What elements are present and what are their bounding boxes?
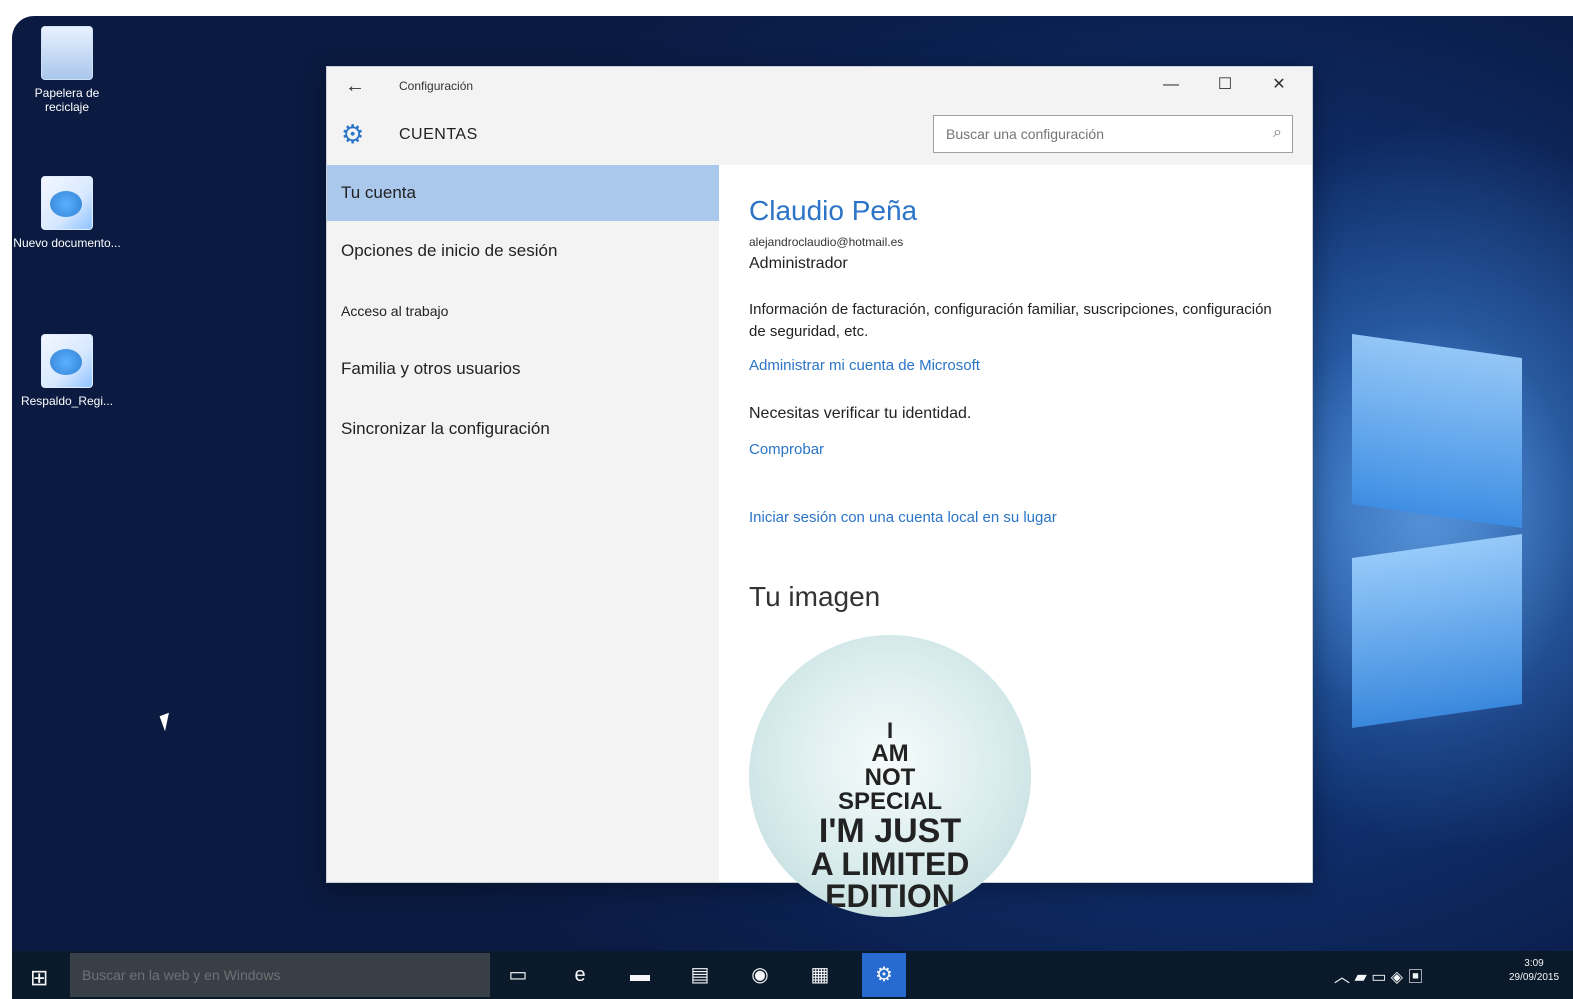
clock-time: 3:09 xyxy=(1524,958,1544,969)
file-explorer-icon[interactable]: ▬ xyxy=(624,961,656,989)
desktop-icon-label: Respaldo_Regi... xyxy=(20,394,114,408)
settings-header: ⚙ CUENTAS ⌕ xyxy=(327,105,1312,165)
sidebar: Tu cuenta Opciones de inicio de sesión A… xyxy=(327,165,719,882)
minimize-button[interactable]: — xyxy=(1155,73,1187,97)
account-content: Claudio Peña alejandroclaudio@hotmail.es… xyxy=(719,165,1312,917)
start-button-windows-icon[interactable]: ⊞ xyxy=(30,965,54,990)
local-account-link[interactable]: Iniciar sesión con una cuenta local en s… xyxy=(749,509,1057,526)
taskbar-search-input[interactable] xyxy=(70,953,474,997)
clock[interactable]: 3:09 29/09/2015 xyxy=(1494,957,1573,985)
logo-pane-top xyxy=(1352,334,1522,528)
sidebar-item-label: Acceso al trabajo xyxy=(341,303,449,319)
sidebar-item-acceso-trabajo[interactable]: Acceso al trabajo xyxy=(327,283,719,339)
section-title: CUENTAS xyxy=(399,126,478,143)
sidebar-item-label: Sincronizar la configuración xyxy=(341,419,550,438)
manage-microsoft-account-link[interactable]: Administrar mi cuenta de Microsoft xyxy=(749,357,980,374)
avatar-text-line: A LIMITED xyxy=(810,846,970,882)
account-email: alejandroclaudio@hotmail.es xyxy=(749,235,904,249)
gear-icon: ⚙ xyxy=(341,119,365,149)
desktop: Papelera de reciclaje Nuevo documento...… xyxy=(12,16,1573,999)
document-icon xyxy=(41,176,93,230)
avatar-text-line: NOT xyxy=(864,764,916,791)
sidebar-item-label: Familia y otros usuarios xyxy=(341,359,521,378)
sidebar-item-sincronizar[interactable]: Sincronizar la configuración xyxy=(327,401,719,457)
verify-link[interactable]: Comprobar xyxy=(749,441,824,458)
account-role: Administrador xyxy=(749,255,848,272)
desktop-icon-label: Papelera de reciclaje xyxy=(34,86,100,114)
window-title: Configuración xyxy=(399,79,474,93)
media-icon[interactable]: ◉ xyxy=(744,961,776,989)
maximize-button[interactable]: ☐ xyxy=(1209,73,1241,97)
sidebar-item-tu-cuenta[interactable]: Tu cuenta xyxy=(327,165,719,221)
system-tray-icons[interactable]: ︿ ▰ ▭ ◈ ▣ xyxy=(1334,963,1494,987)
account-info-text: Información de facturación, configuració… xyxy=(749,301,1272,340)
desktop-icon-recycle-bin[interactable]: Papelera de reciclaje xyxy=(12,26,122,114)
edge-browser-icon[interactable]: e xyxy=(564,961,596,989)
windows-logo-wallpaper xyxy=(1262,296,1573,756)
search-icon: ⌕ xyxy=(1273,124,1282,141)
taskbar: ⊞ ▭ e ▬ ▤ ◉ ▦ ⚙ ︿ ▰ ▭ ◈ ▣ 3:09 29/09/201… xyxy=(12,951,1573,999)
account-name: Claudio Peña xyxy=(749,195,918,226)
avatar-text-line: SPECIAL xyxy=(837,788,942,815)
settings-search-input[interactable] xyxy=(934,116,1258,152)
mouse-cursor-icon xyxy=(159,712,175,732)
settings-taskbar-icon[interactable]: ⚙ xyxy=(862,953,906,997)
recycle-bin-icon xyxy=(41,26,93,80)
your-picture-heading: Tu imagen xyxy=(749,581,881,612)
settings-window: ← Configuración — ☐ ✕ ⚙ CUENTAS ⌕ Tu cue… xyxy=(326,66,1313,917)
logo-pane-bottom xyxy=(1352,534,1522,728)
avatar-text-line: I'M JUST xyxy=(818,812,962,850)
task-view-icon[interactable]: ▭ xyxy=(502,961,534,989)
avatar-text-line: EDITION xyxy=(825,878,955,914)
title-bar: ← Configuración — ☐ ✕ xyxy=(327,67,1312,105)
sidebar-item-label: Tu cuenta xyxy=(341,183,416,202)
sidebar-item-familia-usuarios[interactable]: Familia y otros usuarios xyxy=(327,341,719,397)
avatar: I AM NOT SPECIAL I'M JUST A LIMITED EDIT… xyxy=(749,635,1031,917)
taskbar-search[interactable] xyxy=(70,953,490,997)
avatar-text-line: AM xyxy=(871,740,909,767)
desktop-icon-label: Nuevo documento... xyxy=(13,236,121,250)
sidebar-item-opciones-inicio-sesion[interactable]: Opciones de inicio de sesión xyxy=(327,223,719,279)
desktop-icon-registry-backup[interactable]: Respaldo_Regi... xyxy=(12,334,122,408)
desktop-icon-document[interactable]: Nuevo documento... xyxy=(12,176,122,250)
registry-icon xyxy=(41,334,93,388)
back-arrow-icon[interactable]: ← xyxy=(345,75,365,98)
app-icon[interactable]: ▦ xyxy=(804,961,836,989)
verify-identity-text: Necesitas verificar tu identidad. xyxy=(749,405,972,422)
store-icon[interactable]: ▤ xyxy=(684,961,716,989)
close-button[interactable]: ✕ xyxy=(1263,73,1295,97)
settings-search[interactable]: ⌕ xyxy=(933,115,1293,153)
clock-date: 29/09/2015 xyxy=(1508,972,1560,983)
sidebar-item-label: Opciones de inicio de sesión xyxy=(341,241,558,260)
avatar-text-line: I xyxy=(886,718,894,743)
